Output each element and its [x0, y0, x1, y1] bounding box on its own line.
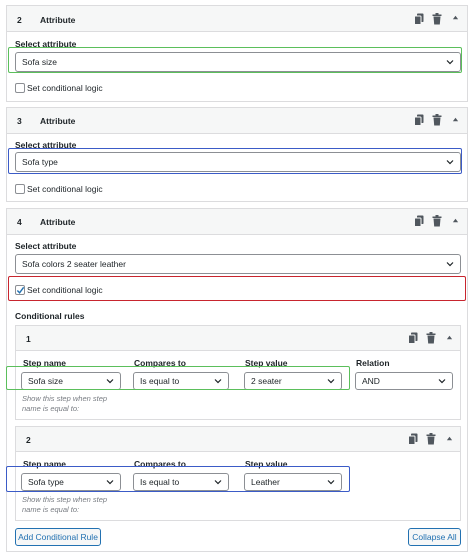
- attribute-number: 3: [17, 116, 22, 126]
- chevron-down-icon: [446, 260, 454, 268]
- trash-icon[interactable]: [426, 332, 436, 344]
- highlight-red-conditional-logic: [8, 276, 466, 301]
- attribute-number: 2: [17, 15, 22, 25]
- trash-icon[interactable]: [426, 433, 436, 445]
- highlight-blue-rule: [6, 466, 350, 492]
- step-name-helper-text: Show this step when step name is equal t…: [22, 394, 108, 413]
- rule-header-2[interactable]: 2: [16, 427, 460, 452]
- attribute-select-value: Sofa colors 2 seater leather: [22, 259, 126, 269]
- collapse-all-button[interactable]: Collapse All: [408, 528, 461, 546]
- relation-value: AND: [362, 376, 380, 386]
- duplicate-icon[interactable]: [408, 332, 418, 344]
- attribute-header-4[interactable]: 4 Attribute: [7, 209, 467, 235]
- highlight-blue-attribute: [8, 148, 462, 174]
- attribute-header-2[interactable]: 2 Attribute: [7, 6, 467, 32]
- chevron-down-icon: [438, 377, 446, 385]
- trash-icon[interactable]: [432, 215, 442, 227]
- conditional-rules-heading: Conditional rules: [15, 311, 85, 321]
- attribute-number: 4: [17, 217, 22, 227]
- duplicate-icon[interactable]: [414, 114, 424, 126]
- add-conditional-rule-button[interactable]: Add Conditional Rule: [15, 528, 101, 546]
- rule-header-1[interactable]: 1: [16, 326, 460, 351]
- caret-up-icon[interactable]: [446, 334, 453, 341]
- rule-number: 2: [26, 435, 31, 445]
- conditional-logic-label: Set conditional logic: [27, 184, 103, 194]
- highlight-green-attribute: [8, 47, 462, 73]
- relation-select[interactable]: AND: [355, 372, 453, 390]
- rule-number: 1: [26, 334, 31, 344]
- attribute-header-3[interactable]: 3 Attribute: [7, 108, 467, 134]
- caret-up-icon[interactable]: [452, 14, 459, 21]
- trash-icon[interactable]: [432, 114, 442, 126]
- caret-up-icon[interactable]: [446, 435, 453, 442]
- duplicate-icon[interactable]: [414, 215, 424, 227]
- attribute-title: Attribute: [40, 116, 76, 126]
- select-attribute-label: Select attribute: [15, 241, 77, 251]
- attribute-select[interactable]: Sofa colors 2 seater leather: [15, 254, 461, 274]
- conditional-logic-checkbox[interactable]: [15, 83, 25, 93]
- conditional-logic-checkbox[interactable]: [15, 184, 25, 194]
- attribute-title: Attribute: [40, 217, 76, 227]
- caret-up-icon[interactable]: [452, 217, 459, 224]
- duplicate-icon[interactable]: [414, 13, 424, 25]
- trash-icon[interactable]: [432, 13, 442, 25]
- duplicate-icon[interactable]: [408, 433, 418, 445]
- conditional-logic-label: Set conditional logic: [27, 83, 103, 93]
- step-name-helper-text: Show this step when step name is equal t…: [22, 495, 108, 514]
- relation-label: Relation: [356, 358, 390, 368]
- caret-up-icon[interactable]: [452, 116, 459, 123]
- highlight-green-rule: [6, 366, 350, 390]
- attribute-title: Attribute: [40, 15, 76, 25]
